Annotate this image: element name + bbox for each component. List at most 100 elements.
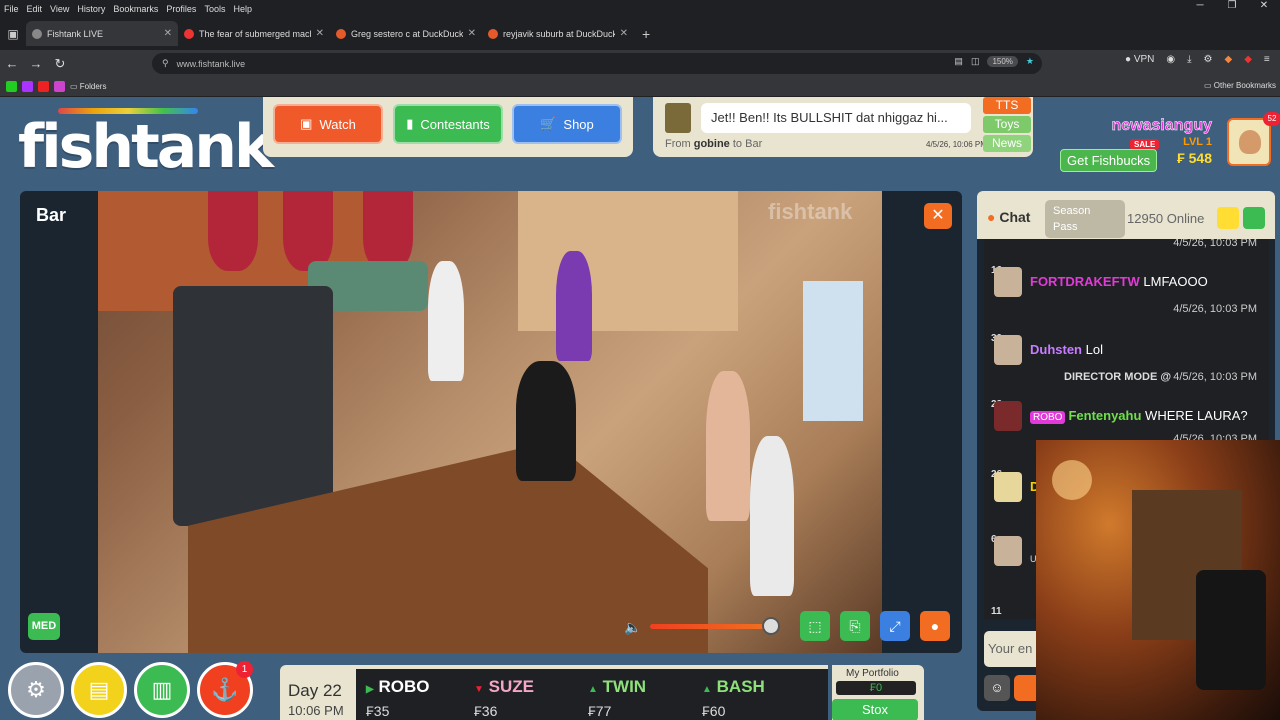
- volume-slider[interactable]: [650, 624, 770, 629]
- zoom-level[interactable]: 150%: [987, 56, 1018, 67]
- portfolio-label: My Portfolio: [846, 668, 899, 679]
- tab-close-icon[interactable]: ✕: [620, 28, 628, 39]
- tab-tts[interactable]: TTS: [983, 97, 1031, 114]
- minimize-icon[interactable]: ─: [1184, 0, 1216, 11]
- get-fishbucks-button[interactable]: Get Fishbucks: [1060, 149, 1158, 172]
- extension-icon[interactable]: ◆: [1225, 54, 1233, 65]
- stock-twin[interactable]: ▲ TWIN ₣77: [588, 677, 688, 719]
- user-avatar[interactable]: [1227, 118, 1271, 166]
- contestants-button[interactable]: ▮ Contestants: [393, 104, 503, 144]
- fishtank-logo[interactable]: fishtank©: [18, 112, 291, 182]
- contestant-card-icon[interactable]: ▥: [134, 662, 190, 718]
- clip-icon[interactable]: ⬚: [800, 611, 830, 641]
- bookmark-icon[interactable]: [6, 81, 17, 92]
- youtube-icon[interactable]: [38, 81, 49, 92]
- wallet-icon[interactable]: ◉: [1166, 54, 1175, 65]
- tab-toys[interactable]: Toys: [983, 116, 1031, 133]
- forward-icon[interactable]: →: [24, 56, 48, 71]
- menu-help[interactable]: Help: [229, 4, 256, 14]
- close-window-icon[interactable]: ✕: [1248, 0, 1280, 11]
- fishtank-watermark: fishtank: [768, 199, 853, 224]
- chat-avatar[interactable]: [994, 267, 1022, 297]
- tab-close-icon[interactable]: ✕: [164, 28, 172, 39]
- menu-history[interactable]: History: [73, 4, 109, 14]
- menu-view[interactable]: View: [46, 4, 73, 14]
- record-icon[interactable]: ●: [920, 611, 950, 641]
- chat-title: ● Chat: [987, 209, 1030, 225]
- menu-tools[interactable]: Tools: [200, 4, 229, 14]
- tab-news[interactable]: News: [983, 135, 1031, 152]
- quality-button[interactable]: MED: [28, 613, 60, 640]
- chat-avatar[interactable]: [994, 472, 1022, 502]
- fish-icon[interactable]: [1243, 207, 1265, 229]
- fullscreen-icon[interactable]: ⤢: [880, 611, 910, 641]
- media-icon[interactable]: ▤: [954, 56, 963, 67]
- trend-up-icon: ▶: [366, 684, 374, 695]
- stock-robo[interactable]: ▶ ROBO ₣35: [366, 677, 466, 719]
- menu-profiles[interactable]: Profiles: [162, 4, 200, 14]
- volume-handle[interactable]: [762, 617, 780, 635]
- back-icon[interactable]: ←: [0, 56, 24, 71]
- chat-avatar[interactable]: [994, 335, 1022, 365]
- close-video-button[interactable]: ✕: [924, 203, 952, 229]
- message-user[interactable]: FORTDRAKEFTW: [1030, 274, 1140, 289]
- workspaces-icon[interactable]: ▣: [0, 17, 26, 50]
- message-body: ROBO Fentenyahu WHERE LAURA?: [1030, 408, 1248, 424]
- tab-greg-sestero[interactable]: Greg sestero c at DuckDuckGo ✕: [330, 21, 482, 46]
- gift-icon[interactable]: ▤: [71, 662, 127, 718]
- emoji-icon[interactable]: ☺: [984, 675, 1010, 701]
- video-player: Bar fishtank ✕ MED 🔈 ⬚ ⎘ ⤢ ●: [20, 191, 962, 653]
- streamer-webcam: [1036, 440, 1280, 720]
- season-pass-button[interactable]: Season Pass: [1045, 200, 1125, 238]
- bookmark-icon[interactable]: [54, 81, 65, 92]
- trend-down-icon: ▼: [474, 684, 484, 695]
- message-user[interactable]: Fentenyahu: [1068, 408, 1141, 423]
- shop-button[interactable]: 🛒 Shop: [512, 104, 622, 144]
- tab-close-icon[interactable]: ✕: [316, 28, 324, 39]
- vpn-button[interactable]: ● VPN: [1125, 54, 1154, 65]
- chat-avatar[interactable]: [994, 401, 1022, 431]
- message-time: 4/5/26, 10:03 PM: [1173, 303, 1257, 315]
- stock-name: BASH: [716, 677, 765, 696]
- address-bar[interactable]: ⚲ www.fishtank.live ▤ ◫ 150% ★: [152, 53, 1042, 74]
- bookmark-icon[interactable]: [22, 81, 33, 92]
- bookmarks-folders[interactable]: ▭ Folders: [70, 82, 106, 91]
- extension-icon[interactable]: ◆: [1244, 54, 1252, 65]
- anchor-badge: 1: [236, 661, 253, 678]
- tab-bar: ▣ Fishtank LIVE ✕ The fear of submerged …: [0, 17, 1280, 50]
- menu-file[interactable]: File: [0, 4, 23, 14]
- stock-bash[interactable]: ▲ BASH ₣60: [702, 677, 802, 719]
- tab-reyjavik[interactable]: reyjavik suburb at DuckDuckGo ✕: [482, 21, 634, 46]
- cast-icon[interactable]: ⎘: [840, 611, 870, 641]
- message-user[interactable]: Duhsten: [1030, 342, 1082, 357]
- tab-submerged[interactable]: The fear of submerged machine ✕: [178, 21, 330, 46]
- bookmark-star-icon[interactable]: ★: [1026, 56, 1034, 67]
- chat-avatar[interactable]: [994, 536, 1022, 566]
- download-icon[interactable]: ⤓: [1187, 54, 1191, 65]
- stock-suze[interactable]: ▼ SUZE ₣36: [474, 677, 574, 719]
- watch-button[interactable]: ▣ Watch: [273, 104, 383, 144]
- restore-icon[interactable]: ❐: [1216, 0, 1248, 11]
- snapshot-icon[interactable]: ◫: [971, 56, 980, 67]
- menu-icon[interactable]: ≡: [1264, 54, 1270, 65]
- reload-icon[interactable]: ↻: [48, 56, 72, 72]
- room-name: Bar: [36, 205, 67, 225]
- feed-brick-wall: [518, 191, 738, 331]
- tab-fishtank[interactable]: Fishtank LIVE ✕: [26, 21, 178, 46]
- tts-from-user[interactable]: gobine: [694, 138, 730, 150]
- username[interactable]: newasianguy: [1111, 117, 1212, 135]
- menu-bookmarks[interactable]: Bookmarks: [109, 4, 162, 14]
- emote-icon[interactable]: [1217, 207, 1239, 229]
- stox-button[interactable]: Stox: [832, 699, 918, 720]
- ticker-strip[interactable]: ▶ ROBO ₣35 ▼ SUZE ₣36 ▲ TWIN ₣77 ▲ BASH …: [356, 669, 828, 720]
- volume-icon[interactable]: 🔈: [624, 619, 641, 636]
- site-info-icon[interactable]: ⚲: [162, 58, 169, 69]
- live-feed[interactable]: fishtank: [98, 191, 882, 653]
- menu-edit[interactable]: Edit: [23, 4, 47, 14]
- new-tab-icon[interactable]: +: [634, 26, 650, 42]
- settings-gear-icon[interactable]: ⚙: [8, 662, 64, 718]
- tab-close-icon[interactable]: ✕: [468, 28, 476, 39]
- other-bookmarks[interactable]: ▭ Other Bookmarks: [1204, 81, 1276, 90]
- webcam-chair: [1196, 570, 1266, 690]
- settings-icon[interactable]: ⚙: [1204, 54, 1213, 65]
